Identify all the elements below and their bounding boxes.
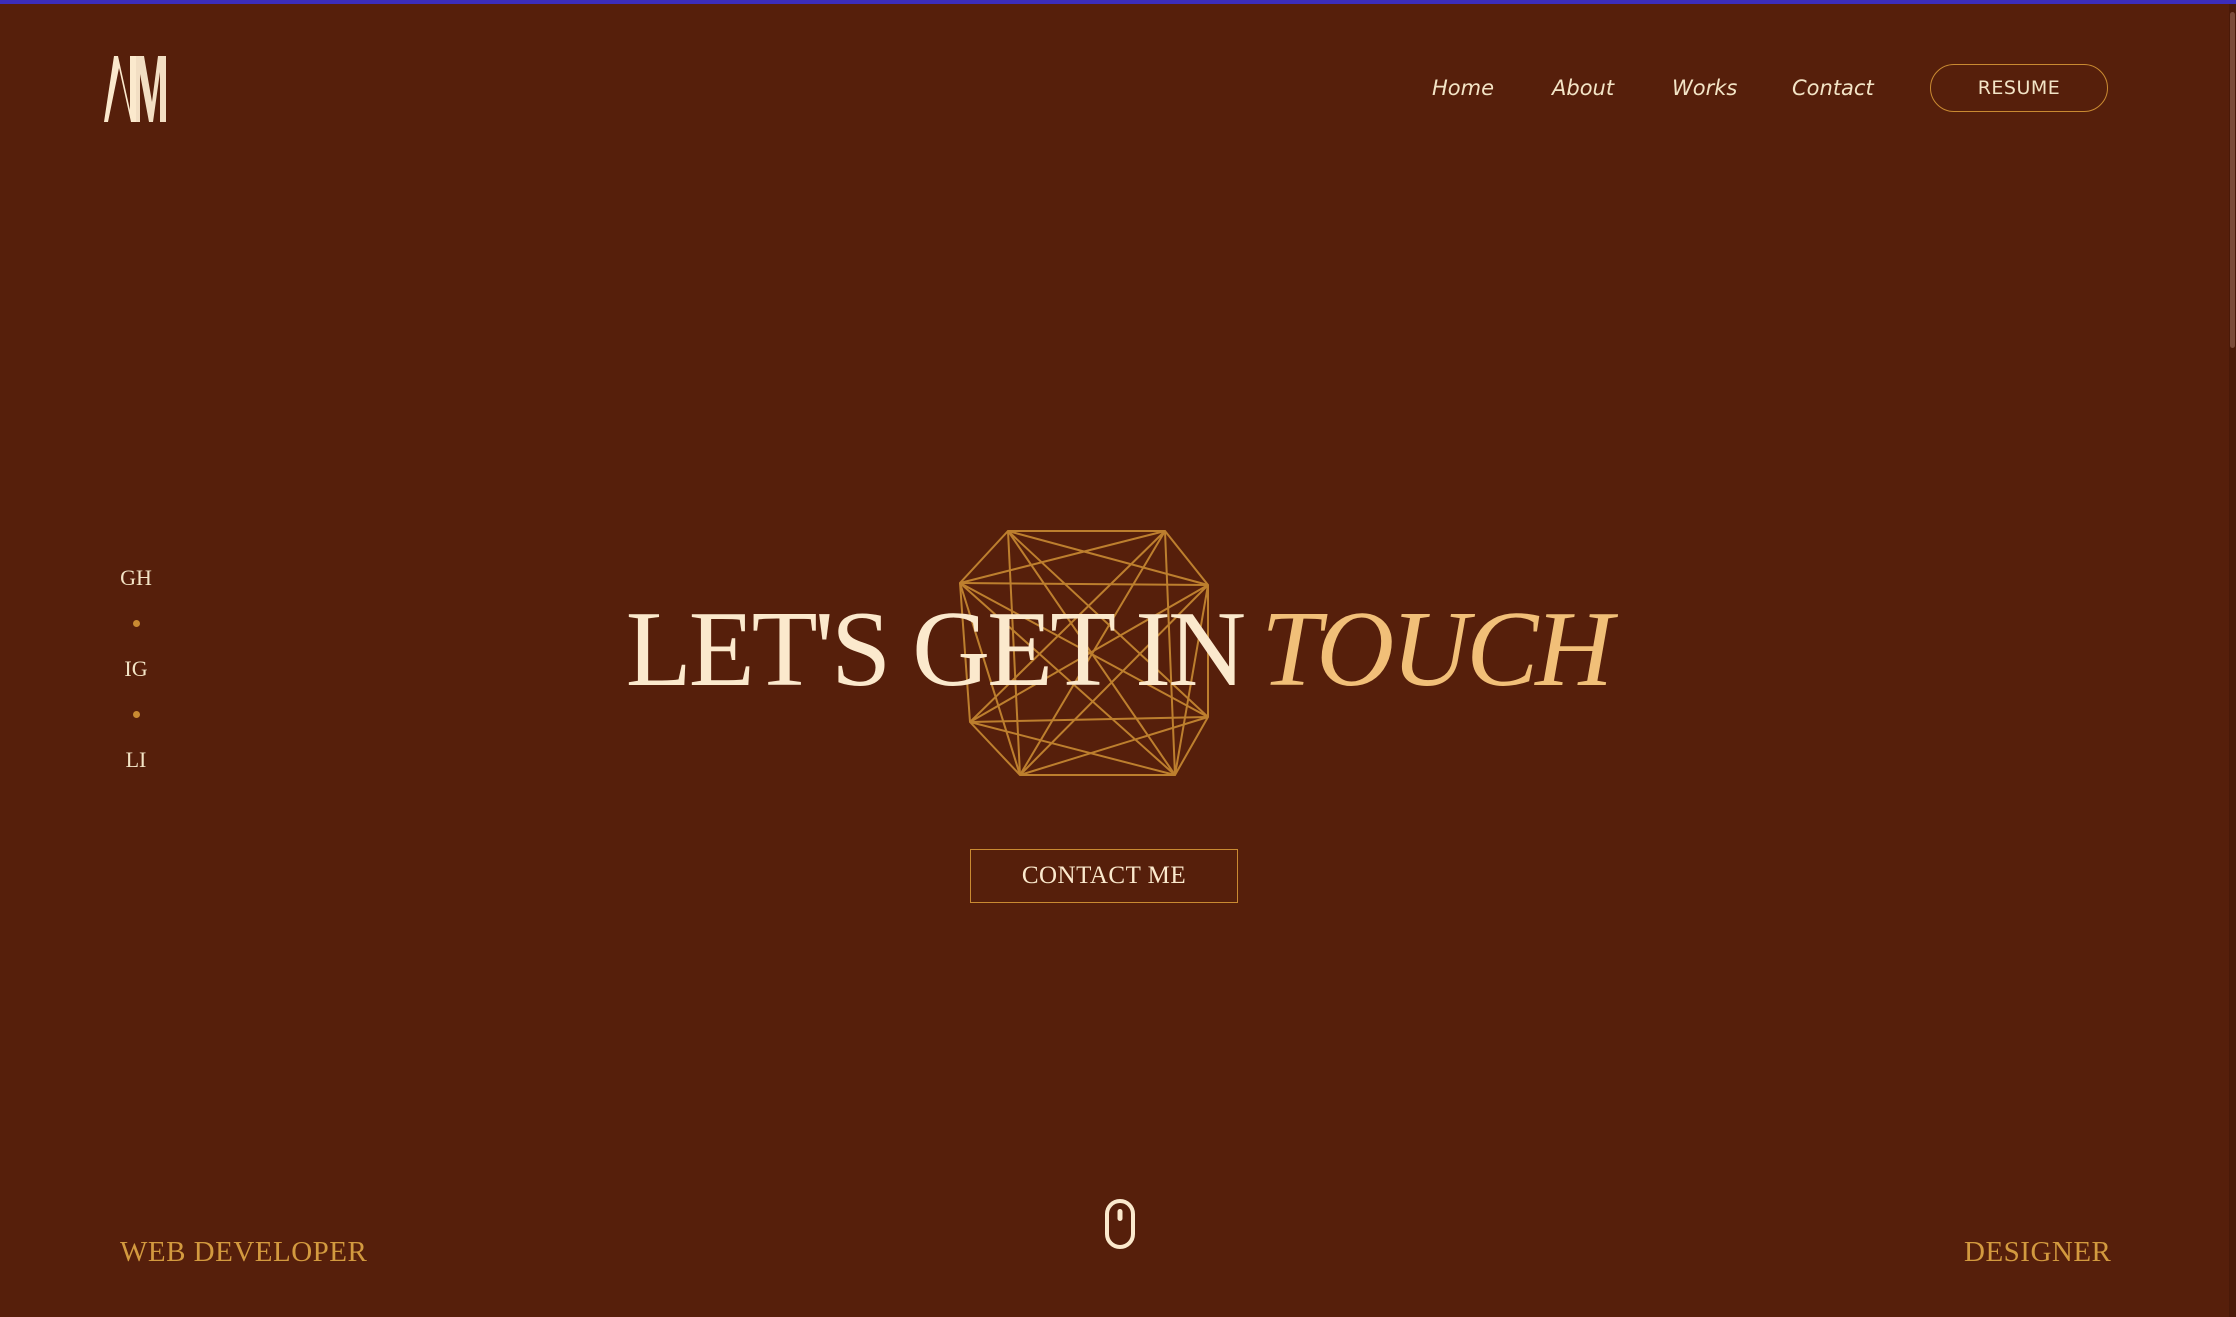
nav-link-about[interactable]: About [1552,76,1614,100]
mouse-icon[interactable] [1104,1198,1136,1250]
social-link-linkedin[interactable]: LI [126,742,147,778]
hero-heading-main: LET'S GET IN [625,590,1246,709]
page-top-border [0,0,2236,4]
resume-button-label: RESUME [1977,77,2061,99]
contact-me-label: CONTACT ME [1021,862,1187,889]
scrollbar-thumb[interactable] [2230,12,2235,348]
contact-me-button[interactable]: CONTACT ME [970,849,1238,903]
role-designer: DESIGNER [1964,1236,2112,1268]
hero-heading-accent: TOUCH [1261,590,1613,709]
logo[interactable] [100,50,172,126]
nav-link-home[interactable]: Home [1432,76,1494,100]
logo-mark-icon [104,56,166,122]
role-web-developer: WEB DEVELOPER [120,1236,368,1268]
hero-heading: LET'S GET IN TOUCH [0,585,2236,715]
nav-link-works[interactable]: Works [1672,76,1737,100]
nav-link-contact[interactable]: Contact [1792,76,1874,100]
resume-button[interactable]: RESUME [1930,64,2108,112]
